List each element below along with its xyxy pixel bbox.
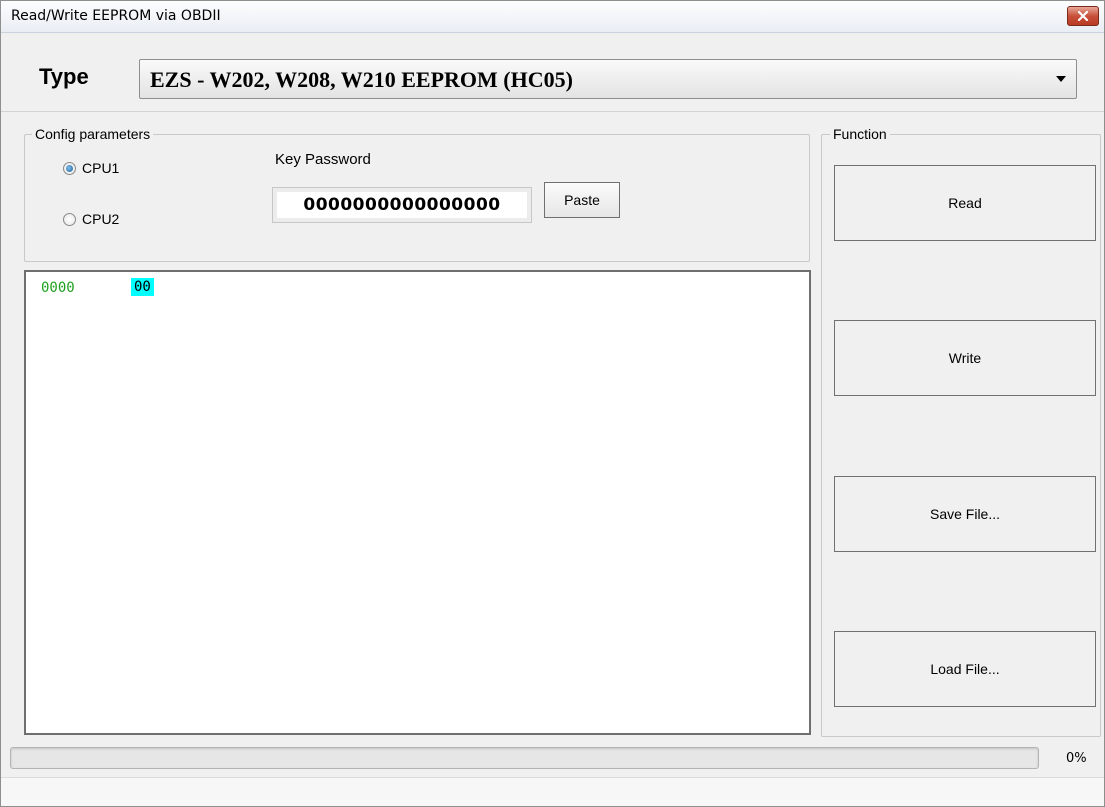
hex-view[interactable]: 0000 00 — [24, 270, 811, 735]
close-icon — [1077, 11, 1089, 21]
cpu1-label: CPU1 — [82, 160, 120, 176]
type-dropdown[interactable]: EZS - W202, W208, W210 EEPROM (HC05) — [139, 59, 1077, 99]
radio-checked-icon — [63, 161, 76, 175]
function-legend: Function — [830, 126, 890, 142]
config-parameters-group: Config parameters CPU1 CPU2 Key Password… — [24, 126, 810, 262]
status-bar — [1, 777, 1104, 806]
radio-unchecked-icon — [63, 212, 76, 226]
window-title: Read/Write EEPROM via OBDII — [11, 8, 221, 24]
type-selected-value: EZS - W202, W208, W210 EEPROM (HC05) — [150, 67, 573, 92]
hex-byte-selected[interactable]: 00 — [131, 278, 154, 296]
paste-button[interactable]: Paste — [544, 182, 620, 218]
load-file-button[interactable]: Load File... — [834, 631, 1096, 707]
title-bar: Read/Write EEPROM via OBDII — [1, 1, 1104, 33]
cpu1-radio[interactable]: CPU1 — [63, 160, 119, 176]
cpu2-label: CPU2 — [82, 211, 120, 227]
close-button[interactable] — [1067, 6, 1099, 26]
divider — [1, 111, 1104, 112]
eeprom-window: Read/Write EEPROM via OBDII Type EZS - W… — [0, 0, 1105, 807]
config-parameters-legend: Config parameters — [32, 126, 154, 142]
type-label: Type — [39, 64, 89, 89]
progress-percent: 0% — [1066, 751, 1087, 766]
cpu2-radio[interactable]: CPU2 — [63, 211, 119, 227]
save-file-button[interactable]: Save File... — [834, 476, 1096, 552]
function-group: Function Read Write Save File... Load Fi… — [821, 126, 1101, 737]
write-button[interactable]: Write — [834, 320, 1096, 396]
hex-address: 0000 — [41, 280, 75, 296]
chevron-down-icon — [1056, 76, 1066, 82]
read-button[interactable]: Read — [834, 165, 1096, 241]
key-password-label: Key Password — [275, 151, 371, 168]
progress-bar — [10, 747, 1039, 769]
key-password-input[interactable]: 0000000000000000 — [272, 187, 532, 223]
